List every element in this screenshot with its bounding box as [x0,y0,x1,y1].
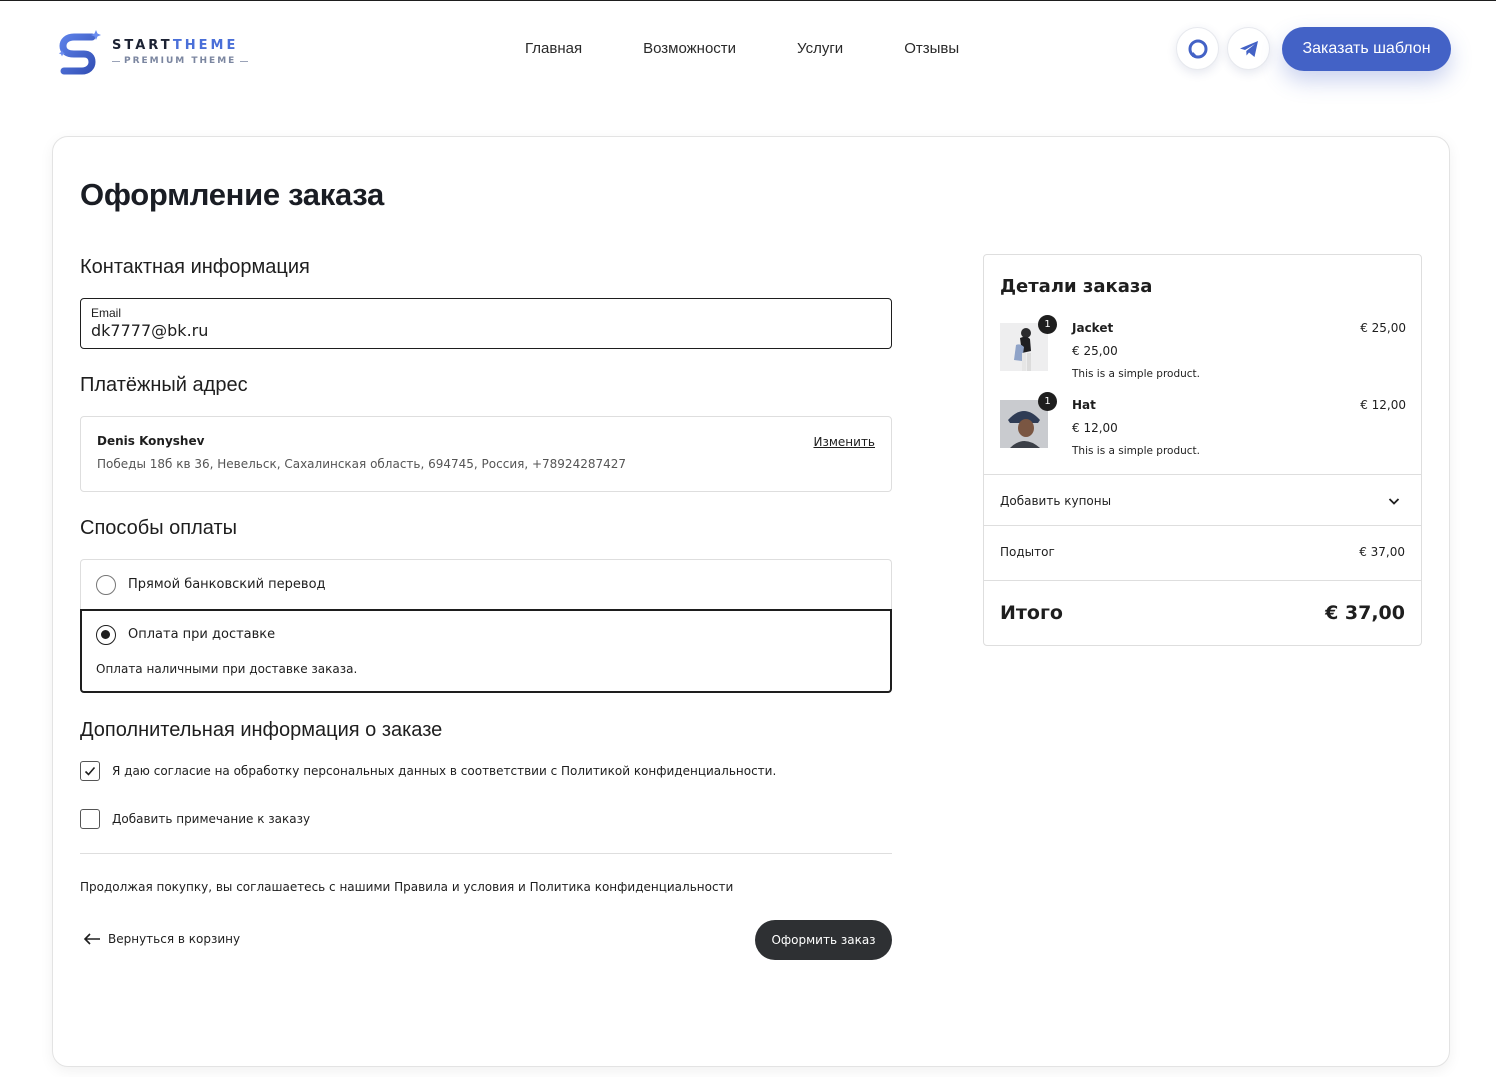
subtotal-value: € 37,00 [1359,545,1405,559]
summary-divider [984,474,1421,475]
radio-cash-on-delivery[interactable] [96,625,116,645]
order-note-label[interactable]: Добавить примечание к заказу [112,812,310,826]
logo-mark-icon [58,30,101,75]
order-item: 1 Hat € 12,00 This is a simple product. … [1000,392,1406,460]
logo[interactable]: STARTTHEME PREMIUM THEME [58,28,249,76]
place-order-button[interactable]: Оформить заказ [755,920,892,960]
total-value: € 37,00 [1325,602,1405,624]
nav-item-reviews[interactable]: Отзывы [904,39,959,59]
item-description: This is a simple product. [1072,445,1201,457]
summary-divider [984,525,1421,526]
site-header: STARTTHEME PREMIUM THEME Главная Возможн… [0,1,1496,101]
chat-button[interactable] [1176,27,1219,70]
consent-label[interactable]: Я даю согласие на обработку персональных… [112,764,776,778]
order-note-checkbox[interactable] [80,809,100,829]
nav-item-home[interactable]: Главная [525,39,582,59]
telegram-icon [1239,40,1258,57]
summary-divider [984,580,1421,581]
checkmark-icon [84,766,96,776]
order-item: 1 Jacket € 25,00 This is a simple produc… [1000,315,1406,383]
payment-option-label: Оплата при доставке [128,627,276,642]
divider [80,853,892,854]
quantity-badge: 1 [1038,315,1057,334]
chat-icon [1188,39,1207,58]
page-title: Оформление заказа [80,177,384,212]
contact-section-title: Контактная информация [80,256,310,278]
payment-option-description: Оплата наличными при доставке заказа. [96,662,358,676]
main-nav: Главная Возможности Услуги Отзывы [525,39,959,59]
billing-section-title: Платёжный адрес [80,374,248,396]
nav-item-features[interactable]: Возможности [643,39,736,59]
extra-info-section-title: Дополнительная информация о заказе [80,719,443,741]
telegram-button[interactable] [1227,27,1270,70]
chevron-down-icon[interactable] [1387,494,1401,508]
item-unit-price: € 25,00 [1072,344,1118,358]
back-to-cart-link[interactable]: Вернуться в корзину [83,932,240,946]
checkout-card: Оформление заказа Контактная информация … [52,136,1450,1067]
item-unit-price: € 12,00 [1072,421,1118,435]
logo-name: STARTTHEME [112,38,239,53]
logo-subtitle: PREMIUM THEME [112,56,249,66]
payment-option-label: Прямой банковский перевод [128,577,326,592]
total-label: Итого [1000,602,1063,624]
summary-title: Детали заказа [1000,276,1153,297]
item-name: Hat [1072,398,1096,412]
quantity-badge: 1 [1038,392,1057,411]
address-line: Победы 18б кв 36, Невельск, Сахалинская … [97,457,627,471]
add-coupons-toggle[interactable]: Добавить купоны [1000,494,1111,508]
subtotal-label: Подытог [1000,545,1055,559]
item-name: Jacket [1072,321,1114,335]
payment-section-title: Способы оплаты [80,517,237,539]
payment-option-bank-transfer[interactable]: Прямой банковский перевод [80,559,892,610]
edit-address-link[interactable]: Изменить [814,435,876,449]
item-total: € 25,00 [1360,321,1406,335]
terms-text: Продолжая покупку, вы соглашаетесь с наш… [80,880,734,894]
consent-checkbox[interactable] [80,761,100,781]
billing-address-card: Denis Konyshev Победы 18б кв 36, Невельс… [80,416,892,492]
email-field[interactable]: Email [80,298,892,349]
nav-item-services[interactable]: Услуги [797,39,843,59]
order-summary: Детали заказа 1 Jacket € 25,00 This is a… [983,254,1422,646]
payment-option-cash-on-delivery[interactable]: Оплата при доставке Оплата наличными при… [80,609,892,693]
order-template-button[interactable]: Заказать шаблон [1282,27,1451,71]
back-to-cart-label: Вернуться в корзину [108,932,241,946]
radio-bank-transfer[interactable] [96,575,116,595]
arrow-left-icon [83,933,100,945]
address-name: Denis Konyshev [97,434,205,448]
email-label: Email [91,306,122,320]
email-input[interactable] [91,321,881,341]
item-total: € 12,00 [1360,398,1406,412]
item-description: This is a simple product. [1072,368,1201,380]
